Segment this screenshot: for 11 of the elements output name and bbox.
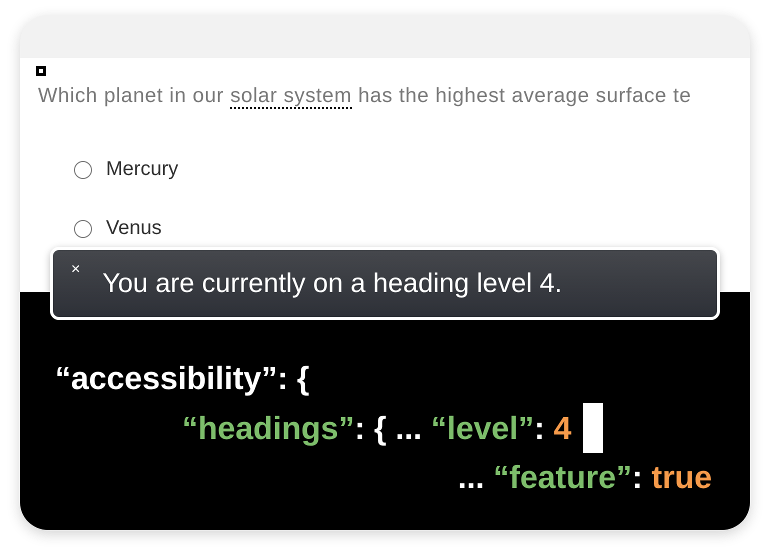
radio-button[interactable] [74,220,92,238]
option-label[interactable]: Venus [106,217,162,240]
code-line: ... “feature”: true [458,458,712,497]
question-text: Which planet in our solar system has the highest average surface te [38,84,692,108]
code-line: “accessibility”: { [55,359,310,398]
focus-marker-icon [36,66,46,76]
radio-button[interactable] [74,160,92,178]
option-label[interactable]: Mercury [106,158,178,181]
close-button[interactable]: × [71,262,80,278]
tooltip-message: You are currently on a heading level 4. [102,268,562,299]
code-line: “headings”: { ... “level”: 4 [182,408,572,448]
